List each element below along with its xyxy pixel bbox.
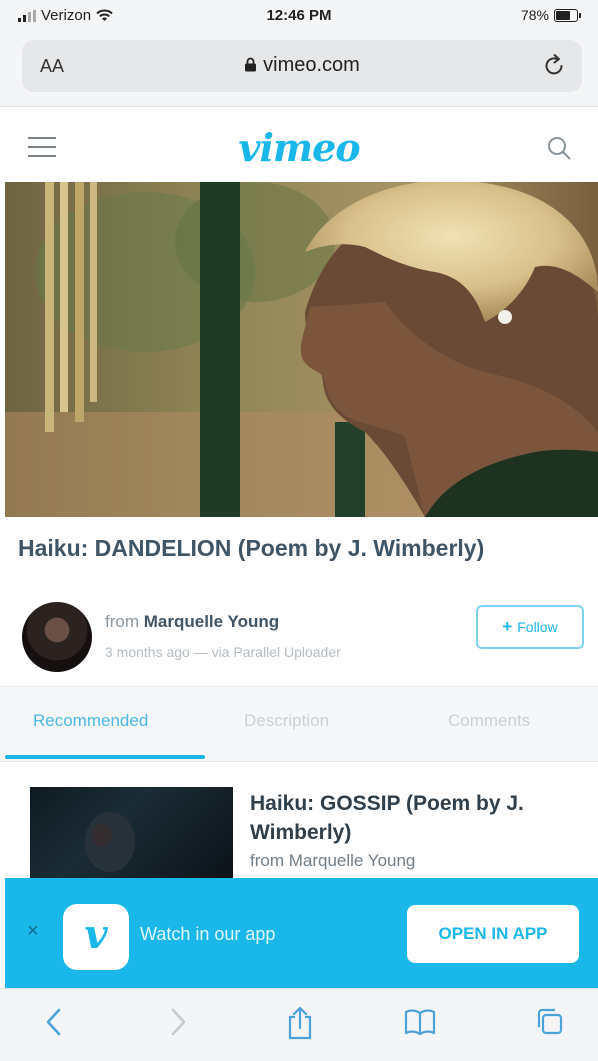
vimeo-app-icon: v — [63, 904, 129, 970]
open-in-app-button[interactable]: OPEN IN APP — [407, 905, 579, 963]
video-thumbnail — [5, 182, 598, 517]
content-tabs: Recommended Description Comments — [0, 686, 598, 762]
recommended-author: from Marquelle Young — [250, 851, 416, 870]
recommended-thumbnail[interactable] — [30, 787, 233, 882]
follow-button[interactable]: + Follow — [476, 605, 584, 649]
clock: 12:46 PM — [266, 7, 332, 24]
tab-description[interactable]: Description — [244, 711, 329, 731]
vimeo-logo[interactable]: vimeo — [0, 125, 598, 170]
status-bar: Verizon 12:46 PM 78% — [0, 0, 598, 34]
video-player[interactable] — [5, 182, 598, 517]
from-label: from — [105, 612, 139, 631]
app-icon-letter: v — [84, 911, 108, 958]
browser-toolbar — [0, 988, 598, 1061]
banner-message: Watch in our app — [140, 924, 276, 944]
app-banner: × v Watch in our app OPEN IN APP — [5, 878, 598, 988]
avatar[interactable] — [22, 602, 92, 672]
lock-icon — [245, 57, 257, 72]
thumbnail-image — [85, 812, 135, 872]
active-tab-indicator — [5, 755, 205, 759]
battery-icon — [554, 8, 581, 22]
plus-icon: + — [502, 617, 513, 636]
follow-label: Follow — [517, 619, 558, 635]
search-icon[interactable] — [546, 135, 572, 161]
url-text: vimeo.com — [263, 54, 360, 76]
back-icon[interactable] — [42, 1005, 66, 1039]
browser-bar: AA vimeo.com — [0, 34, 598, 107]
forward-icon[interactable] — [166, 1005, 190, 1039]
tabs-icon[interactable] — [534, 1005, 566, 1039]
url-display[interactable]: vimeo.com — [22, 54, 582, 77]
video-title: Haiku: DANDELION (Poem by J. Wimberly) — [18, 535, 485, 561]
address-bar[interactable]: AA vimeo.com — [22, 40, 582, 92]
recommended-title[interactable]: Haiku: GOSSIP (Poem by J. Wimberly) — [250, 789, 580, 847]
uploader-byline: from Marquelle Young — [105, 612, 279, 632]
share-icon[interactable] — [285, 1005, 315, 1041]
close-icon[interactable]: × — [27, 920, 39, 943]
reload-icon[interactable] — [542, 52, 566, 78]
tab-comments[interactable]: Comments — [448, 711, 530, 731]
battery-indicator: 78% — [520, 7, 581, 23]
upload-meta: 3 months ago — via Parallel Uploader — [105, 644, 341, 660]
uploader-name[interactable]: Marquelle Young — [144, 612, 279, 631]
bookmarks-icon[interactable] — [403, 1005, 437, 1039]
battery-percent: 78% — [520, 7, 549, 23]
site-header: vimeo — [0, 107, 598, 182]
tab-recommended[interactable]: Recommended — [33, 711, 148, 731]
